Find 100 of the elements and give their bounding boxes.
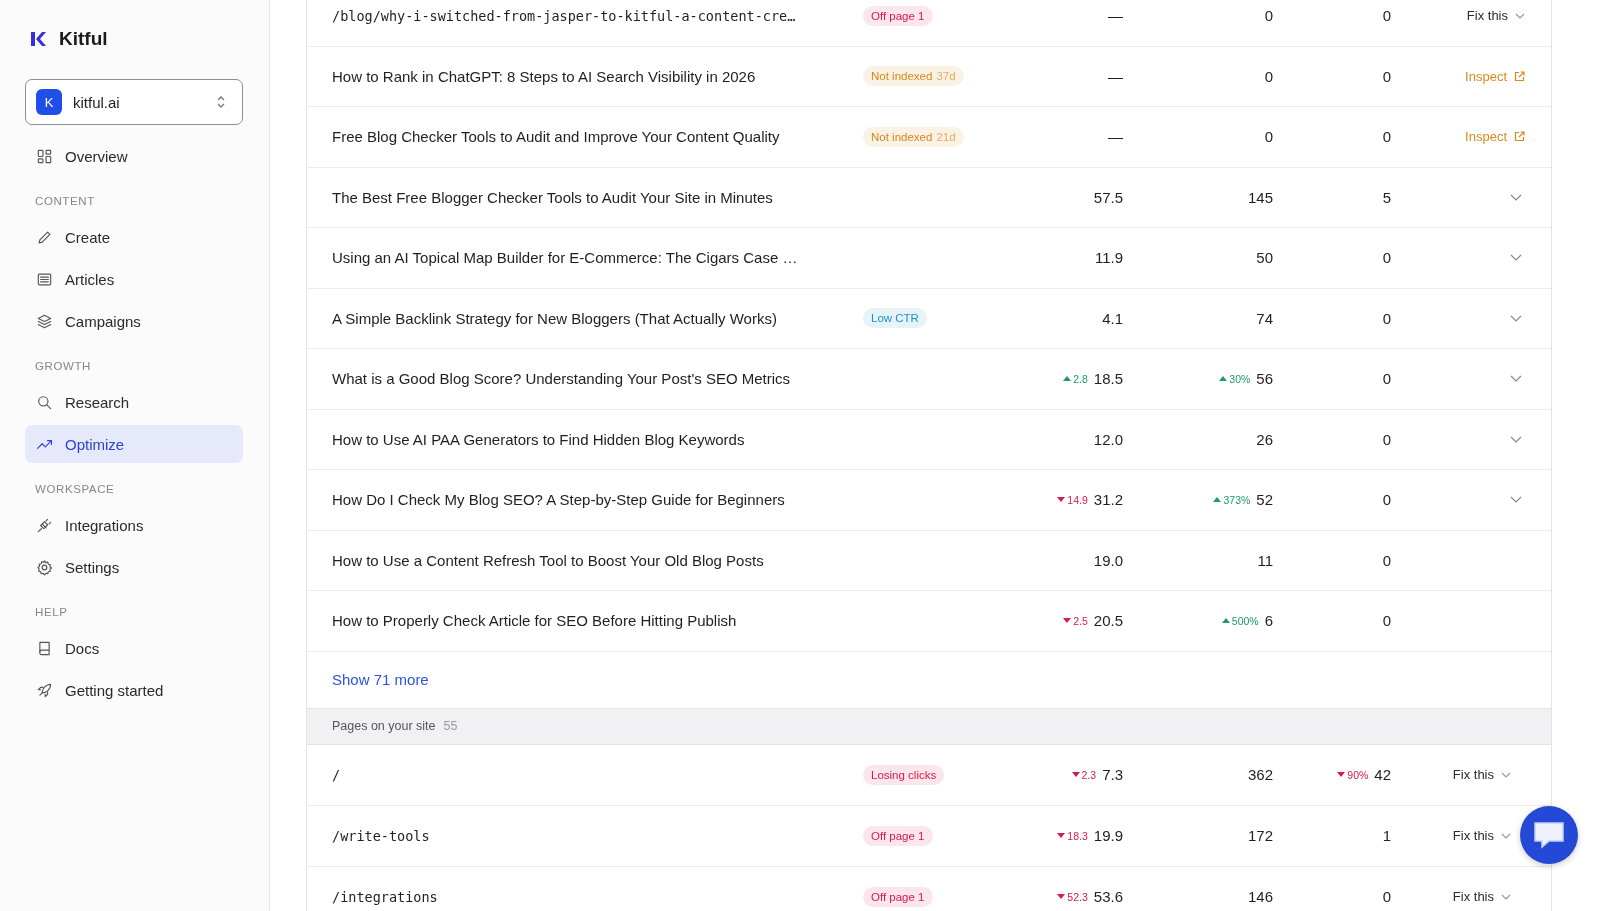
pencil-icon (36, 228, 53, 246)
workspace-selector[interactable]: K kitful.ai (25, 79, 243, 125)
fix-button[interactable]: Fix this (1452, 889, 1511, 904)
change-indicator: 90% (1337, 768, 1369, 781)
change-indicator: 18.3 (1057, 829, 1088, 842)
nav-item[interactable]: Create (25, 218, 243, 256)
chevron-down-icon (1501, 832, 1511, 839)
nav-item[interactable]: Getting started (25, 671, 243, 709)
nav-item[interactable]: Campaigns (25, 302, 243, 340)
up-triangle-icon (1221, 617, 1230, 624)
table-cell: 0 (1382, 128, 1391, 146)
book-icon (36, 639, 53, 657)
nav-item[interactable]: Overview (25, 137, 243, 175)
change-indicator: 2.5 (1063, 614, 1088, 627)
chevron-down-icon (1510, 496, 1522, 504)
section-heading: HELP (34, 605, 69, 620)
status-tag: Off page 1 (863, 886, 933, 907)
status-tag: Off page 1 (863, 825, 933, 846)
table-cell: — (1108, 7, 1123, 25)
article-title: How to Properly Check Article for SEO Before Hitting Publish (332, 612, 738, 630)
table-cell: 42 (1374, 766, 1391, 783)
nav-item[interactable]: Settings (25, 548, 243, 586)
nav-item[interactable]: Research (25, 383, 243, 421)
table-cell: 1 (1382, 827, 1391, 844)
article-title: A Simple Backlink Strategy for New Bloggers (That Actually Works) (332, 309, 778, 327)
table-cell: 0 (1382, 551, 1391, 569)
article-title: Free Blog Checker Tools to Audit and Improve Your Content Quality (332, 128, 781, 146)
nav-item[interactable]: Articles (25, 260, 243, 298)
chevron-down-icon (1510, 375, 1522, 383)
status-tag: Not indexed 21d (863, 126, 964, 147)
nav-item[interactable]: Integrations (25, 506, 243, 544)
table-cell: 20.5 (1093, 612, 1123, 630)
table-cell: 0 (1382, 7, 1391, 25)
chevron-down-icon (1501, 771, 1511, 778)
article-title: Using an AI Topical Map Builder for E-Commerce: The Cigars Case … (332, 249, 799, 267)
chevron-down-icon (1510, 314, 1522, 322)
chevron-down-icon (1510, 193, 1522, 201)
down-triangle-icon (1337, 771, 1346, 778)
page-path: /write-tools (332, 827, 431, 844)
table-cell: 0 (1382, 430, 1391, 448)
plug-icon (36, 516, 53, 534)
article-title: How to Use AI PAA Generators to Find Hidden Blog Keywords (332, 430, 746, 448)
external-link-icon (1514, 131, 1525, 143)
table-cell: 12.0 (1093, 430, 1123, 448)
external-link-icon (1514, 70, 1525, 82)
table-cell: 6 (1264, 612, 1273, 630)
page-path: /integrations (332, 888, 439, 905)
change-indicator: 373% (1213, 493, 1251, 506)
down-triangle-icon (1063, 617, 1072, 624)
section-count: 55 (443, 719, 458, 733)
fix-button[interactable]: Fix this (1452, 828, 1511, 843)
table-cell: 0 (1382, 612, 1391, 630)
nav-item[interactable]: Optimize (25, 425, 243, 463)
table-cell: 0 (1382, 370, 1391, 388)
article-title: The Best Free Blogger Checker Tools to Audit Your Site in Minutes (332, 188, 774, 206)
table-cell: 74 (1256, 309, 1273, 327)
status-tag: Off page 1 (863, 5, 933, 26)
table-cell: — (1108, 128, 1123, 146)
logo-icon (29, 30, 47, 48)
table-cell: 172 (1247, 827, 1273, 844)
updown-icon (216, 95, 226, 109)
nav-item[interactable]: Docs (25, 629, 243, 667)
table-cell: 56 (1256, 370, 1273, 388)
table-cell: 19.9 (1093, 827, 1123, 844)
table-cell: 0 (1382, 888, 1391, 905)
down-triangle-icon (1057, 496, 1066, 503)
table-cell: 0 (1264, 7, 1273, 25)
article-title: What is a Good Blog Score? Understanding Your Post's SEO Metrics (332, 370, 792, 388)
table-cell: 362 (1247, 766, 1273, 783)
section-heading: GROWTH (34, 359, 92, 374)
fix-button[interactable]: Fix this (1466, 8, 1525, 24)
brand-name: Kitful (59, 28, 108, 50)
article-title: How to Use a Content Refresh Tool to Boost Your Old Blog Posts (332, 551, 765, 569)
grid-icon (36, 147, 53, 165)
table-cell: 19.0 (1093, 551, 1123, 569)
search-icon (36, 393, 53, 411)
table-cell: 0 (1264, 128, 1273, 146)
page-path: / (332, 766, 342, 783)
chevron-down-icon (1510, 435, 1522, 443)
show-more-link[interactable]: Show 71 more (332, 671, 429, 688)
status-tag: Not indexed 37d (863, 66, 964, 87)
table-cell: 5 (1382, 188, 1391, 206)
change-indicator: 500% (1221, 614, 1259, 627)
chat-button[interactable] (1520, 806, 1578, 864)
change-indicator: 30% (1219, 372, 1251, 385)
section-heading: WORKSPACE (34, 482, 116, 497)
chevron-down-icon (1510, 254, 1522, 262)
change-indicator: 2.8 (1063, 372, 1088, 385)
table-cell: 0 (1382, 249, 1391, 267)
article-title: How to Rank in ChatGPT: 8 Steps to AI Search Visibility in 2026 (332, 67, 757, 85)
table-cell: 0 (1382, 309, 1391, 327)
table-cell: 53.6 (1093, 888, 1123, 905)
down-triangle-icon (1071, 771, 1080, 778)
change-indicator: 14.9 (1057, 493, 1088, 506)
up-triangle-icon (1063, 375, 1072, 382)
table-cell: — (1108, 67, 1123, 85)
chat-icon (1532, 820, 1566, 850)
fix-button[interactable]: Fix this (1452, 767, 1511, 782)
table-cell: 4.1 (1102, 309, 1123, 327)
table-cell: 26 (1256, 430, 1273, 448)
